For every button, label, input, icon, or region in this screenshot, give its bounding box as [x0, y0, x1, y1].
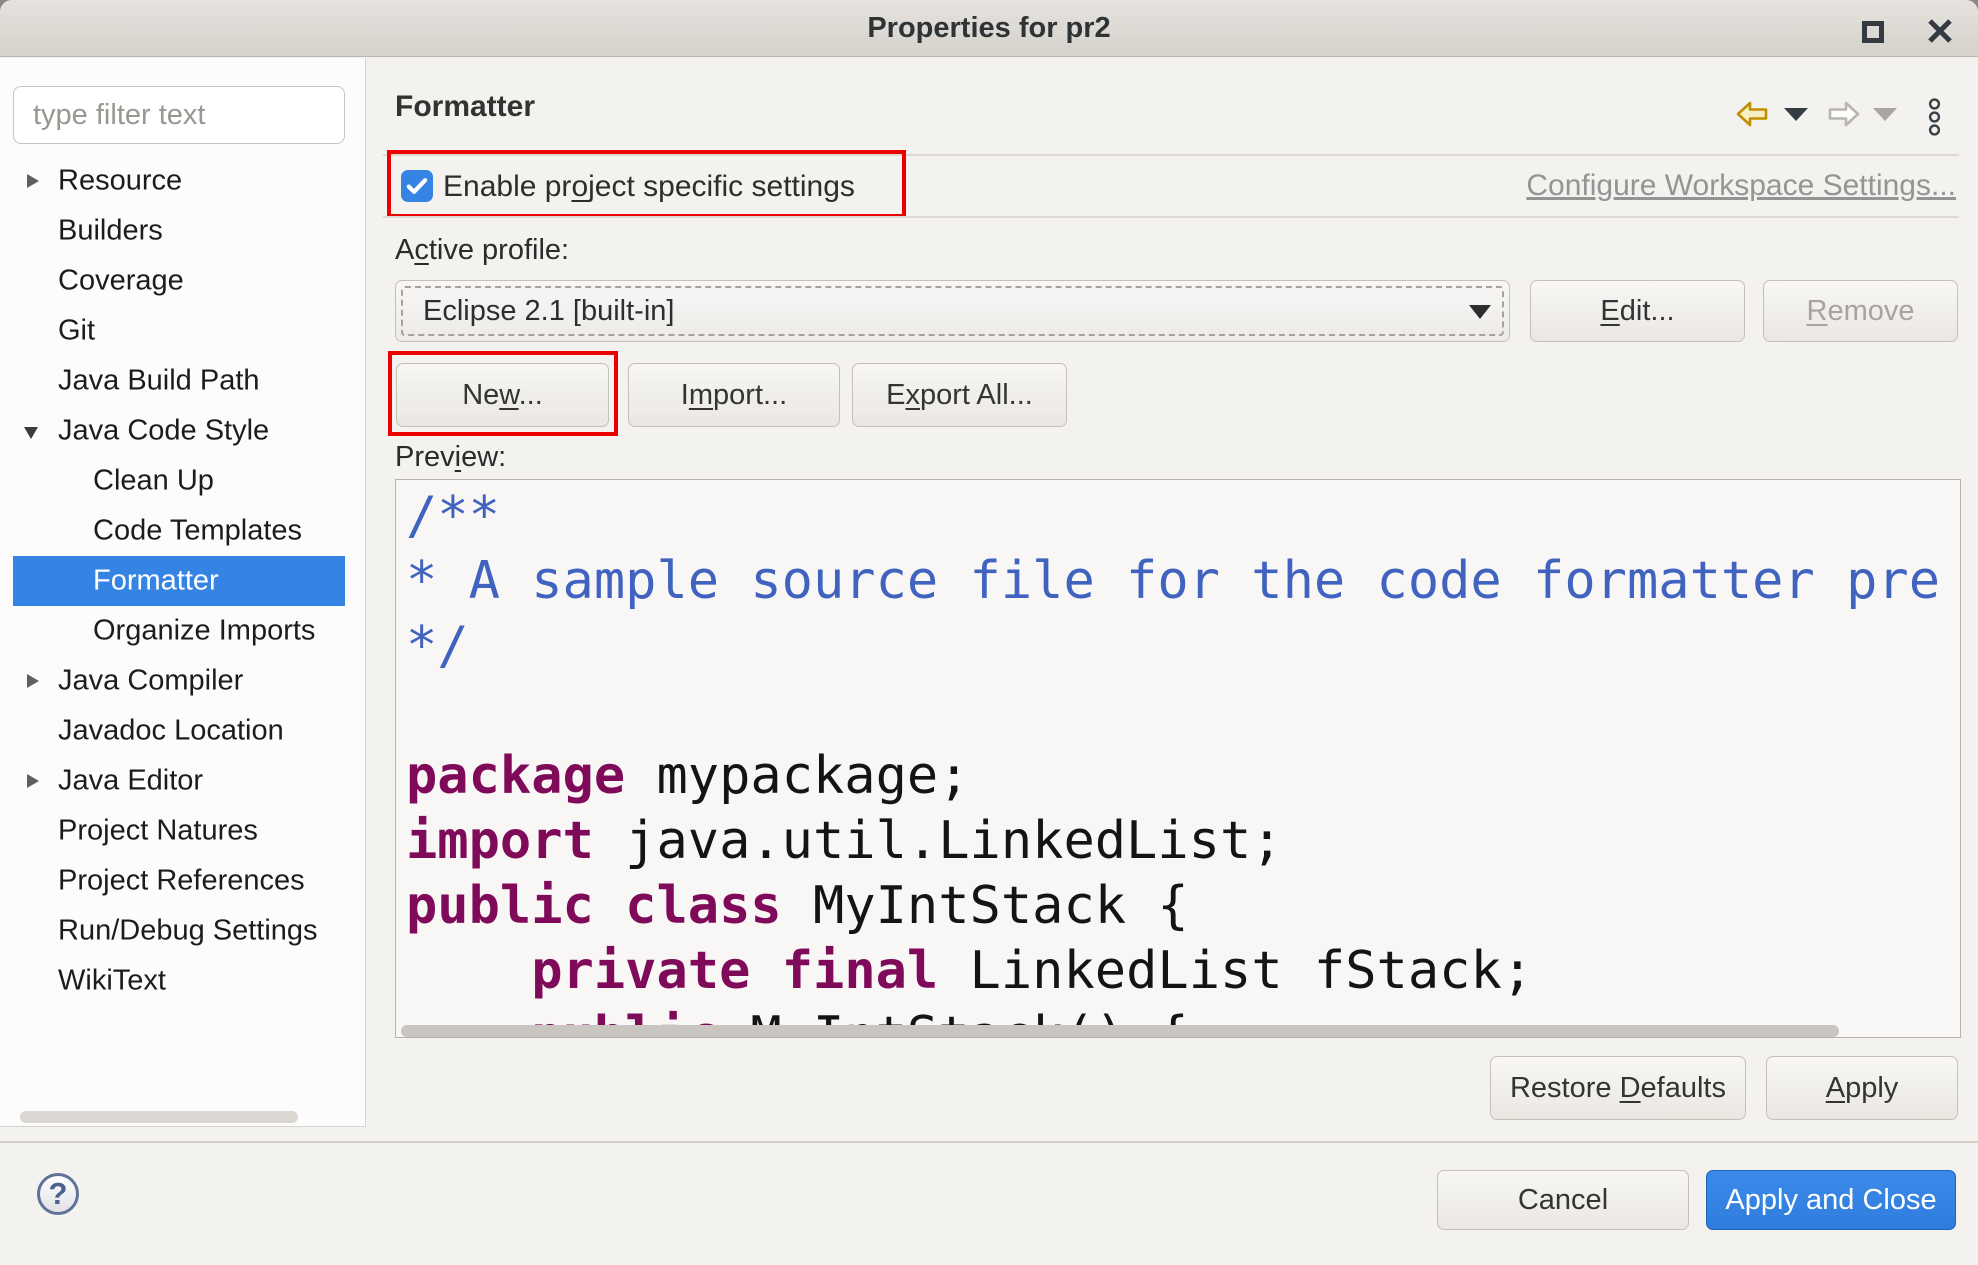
configure-workspace-settings-link[interactable]: Configure Workspace Settings... [1526, 169, 1956, 203]
view-menu-icon[interactable] [1927, 97, 1942, 137]
active-profile-combo[interactable]: Eclipse 2.1 [built-in] [395, 280, 1510, 342]
forward-icon [1828, 101, 1860, 127]
sidebar-horizontal-scrollbar[interactable] [20, 1111, 298, 1123]
expander-collapsed-icon[interactable] [27, 674, 39, 688]
new-button[interactable]: New... [396, 363, 609, 427]
apply-and-close-button[interactable]: Apply and Close [1706, 1170, 1956, 1230]
edit-button[interactable]: Edit... [1530, 280, 1745, 342]
sidebar-item-wikitext[interactable]: WikiText [13, 956, 345, 1006]
sidebar-item-organize-imports[interactable]: Organize Imports [13, 606, 345, 656]
import-button[interactable]: Import... [628, 363, 840, 427]
code-line: package mypackage; [406, 744, 1940, 809]
sidebar-item-javadoc-location[interactable]: Javadoc Location [13, 706, 345, 756]
sidebar-item-resource[interactable]: Resource [13, 156, 345, 206]
sidebar-item-label: Formatter [93, 565, 219, 598]
remove-button: Remove [1763, 280, 1958, 342]
code-line: private final LinkedList fStack; [406, 939, 1940, 1004]
properties-dialog: Properties for pr2 Resource Builders Cover… [0, 0, 1978, 1265]
sidebar-item-label: Project Natures [58, 815, 258, 848]
code-line: /** [406, 484, 1940, 549]
back-history-icon[interactable] [1784, 108, 1808, 121]
forward-history-icon [1873, 108, 1897, 121]
sidebar-item-formatter[interactable]: Formatter [13, 556, 345, 606]
active-profile-value: Eclipse 2.1 [built-in] [423, 281, 674, 341]
separator [383, 154, 1959, 156]
preferences-sidebar: Resource Builders Coverage Git Java Build Pa… [0, 58, 366, 1127]
sidebar-item-label: Organize Imports [93, 615, 315, 648]
help-button[interactable]: ? [37, 1173, 79, 1215]
sidebar-item-label: Project References [58, 865, 305, 898]
sidebar-item-java-build-path[interactable]: Java Build Path [13, 356, 345, 406]
back-icon[interactable] [1736, 101, 1768, 127]
sidebar-item-label: Builders [58, 215, 163, 248]
sidebar-item-project-natures[interactable]: Project Natures [13, 806, 345, 856]
sidebar-item-label: Clean Up [93, 465, 214, 498]
cancel-button[interactable]: Cancel [1437, 1170, 1689, 1230]
sidebar-item-label: Java Compiler [58, 665, 243, 698]
expander-expanded-icon[interactable] [24, 427, 38, 439]
sidebar-item-label: Resource [58, 165, 182, 198]
chevron-down-icon [1469, 305, 1491, 319]
title-bar[interactable]: Properties for pr2 [0, 0, 1978, 57]
preview-code: /*** A sample source file for the code f… [406, 484, 1940, 1038]
export-all-button[interactable]: Export All... [852, 363, 1067, 427]
enable-project-settings-checkbox[interactable] [401, 170, 433, 202]
close-icon[interactable] [1926, 17, 1954, 45]
sidebar-item-clean-up[interactable]: Clean Up [13, 456, 345, 506]
sidebar-item-label: Run/Debug Settings [58, 915, 318, 948]
expander-collapsed-icon[interactable] [27, 174, 39, 188]
footer-separator [0, 1141, 1978, 1143]
preview-horizontal-scrollbar[interactable] [401, 1025, 1839, 1037]
code-line [406, 679, 1940, 744]
expander-collapsed-icon[interactable] [27, 774, 39, 788]
apply-button[interactable]: Apply [1766, 1056, 1958, 1120]
sidebar-tree: Resource Builders Coverage Git Java Build Pa… [0, 58, 366, 1127]
sidebar-item-coverage[interactable]: Coverage [13, 256, 345, 306]
checkmark-icon [403, 172, 431, 200]
sidebar-item-builders[interactable]: Builders [13, 206, 345, 256]
sidebar-item-label: Java Editor [58, 765, 203, 798]
sidebar-item-java-code-style[interactable]: Java Code Style [13, 406, 345, 456]
preview-label: Preview: [395, 441, 506, 474]
code-line: public class MyIntStack { [406, 874, 1940, 939]
sidebar-item-project-references[interactable]: Project References [13, 856, 345, 906]
preview-area[interactable]: /*** A sample source file for the code f… [395, 479, 1961, 1038]
code-line: */ [406, 614, 1940, 679]
sidebar-item-code-templates[interactable]: Code Templates [13, 506, 345, 556]
sidebar-item-java-compiler[interactable]: Java Compiler [13, 656, 345, 706]
sidebar-item-label: Java Code Style [58, 415, 269, 448]
maximize-icon[interactable] [1862, 21, 1884, 43]
active-profile-label: Active profile: [395, 234, 569, 267]
question-mark-icon: ? [49, 1176, 68, 1212]
window-title: Properties for pr2 [0, 0, 1978, 57]
sidebar-item-label: Git [58, 315, 95, 348]
sidebar-item-run-debug-settings[interactable]: Run/Debug Settings [13, 906, 345, 956]
code-line: import java.util.LinkedList; [406, 809, 1940, 874]
enable-project-settings-label: Enable project specific settings [443, 170, 855, 202]
sidebar-item-git[interactable]: Git [13, 306, 345, 356]
restore-defaults-button[interactable]: Restore Defaults [1490, 1056, 1746, 1120]
separator [383, 216, 1959, 218]
sidebar-item-label: Coverage [58, 265, 184, 298]
code-line: * A sample source file for the code form… [406, 549, 1940, 614]
sidebar-item-label: WikiText [58, 965, 166, 998]
sidebar-item-label: Java Build Path [58, 365, 260, 398]
sidebar-item-label: Javadoc Location [58, 715, 284, 748]
sidebar-item-java-editor[interactable]: Java Editor [13, 756, 345, 806]
page-title: Formatter [395, 90, 535, 124]
sidebar-item-label: Code Templates [93, 515, 302, 548]
